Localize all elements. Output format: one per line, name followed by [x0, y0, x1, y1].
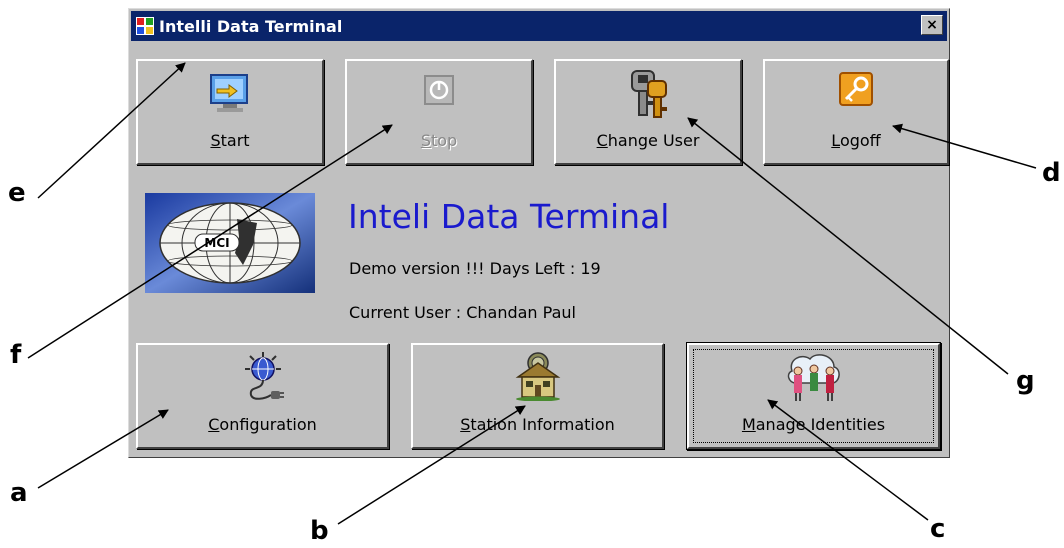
- arrow-c: [767, 399, 929, 521]
- callout-label-g: g: [1016, 366, 1035, 396]
- callout-label-f: f: [10, 340, 22, 370]
- callout-label-c: c: [930, 514, 946, 544]
- callout-label-e: e: [8, 178, 26, 208]
- callout-label-d: d: [1042, 158, 1061, 188]
- callout-label-b: b: [310, 516, 329, 546]
- callout-label-a: a: [10, 478, 28, 508]
- arrow-d: [892, 123, 1037, 169]
- arrow-f: [27, 124, 393, 359]
- arrow-g: [687, 117, 1009, 375]
- arrow-e: [37, 62, 186, 199]
- arrow-a: [37, 409, 169, 489]
- annotation-arrows: [27, 62, 1037, 525]
- arrow-b: [337, 405, 526, 525]
